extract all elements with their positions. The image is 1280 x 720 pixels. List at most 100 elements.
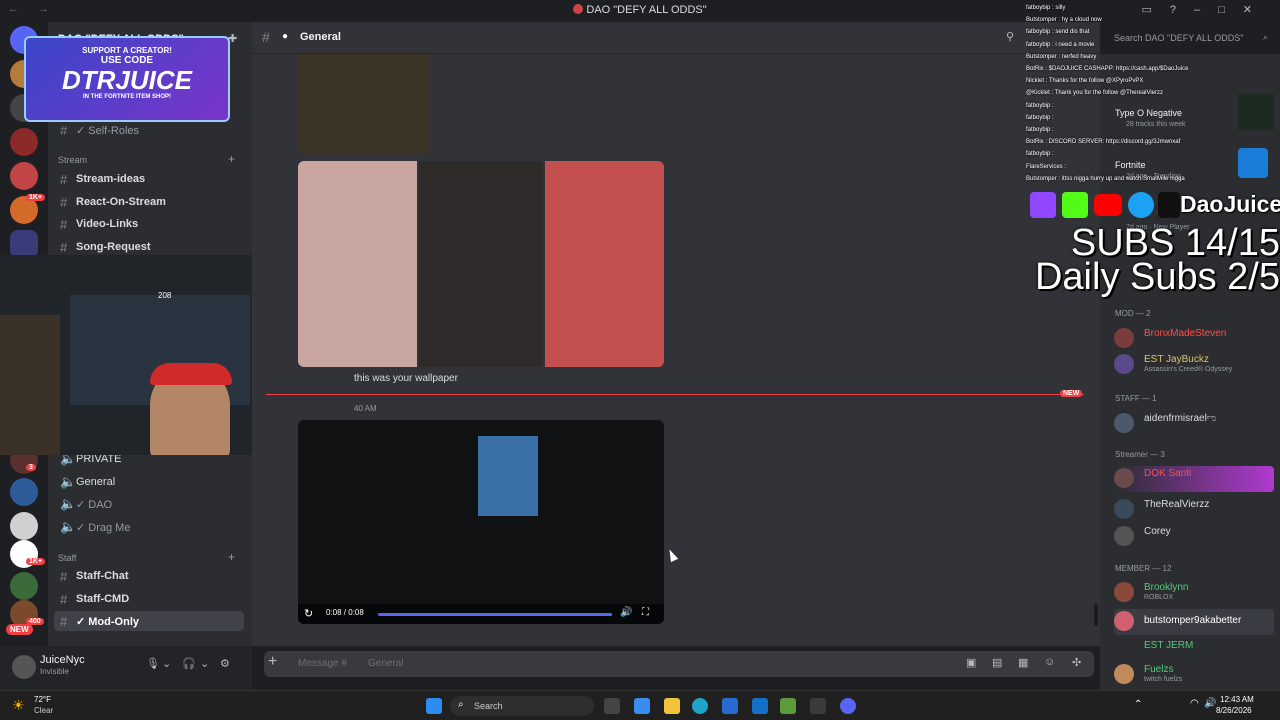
- sub-counters: SUBS 14/15 Daily Subs 2/5: [1004, 224, 1280, 296]
- category-staff[interactable]: Staff: [58, 553, 76, 563]
- message-input[interactable]: + Message # General ▣ ▤ ▦ ☺ ✣: [264, 651, 1094, 677]
- banner-code: DTRJUICE: [61, 65, 192, 95]
- category-stream[interactable]: Stream: [58, 155, 87, 165]
- member-item[interactable]: butstomper9akabetter: [1114, 609, 1274, 635]
- replay-icon[interactable]: ↻: [304, 607, 313, 620]
- channel-self-roles[interactable]: # ✓ Self-Roles: [54, 120, 244, 140]
- user-name[interactable]: JuiceNyc: [40, 654, 85, 666]
- image-attachment[interactable]: [298, 161, 417, 367]
- gear-icon[interactable]: ⚙: [220, 657, 230, 670]
- image-attachment[interactable]: [545, 161, 664, 367]
- server-badge: 3: [26, 464, 36, 471]
- chevron-down-icon[interactable]: ⌄: [162, 657, 171, 670]
- tray-chevron-icon[interactable]: ⌃: [1134, 699, 1142, 710]
- weather-temp: 72°F: [34, 695, 51, 704]
- channel-label: Staff-CMD: [76, 593, 130, 605]
- taskbar-search[interactable]: ⌕ Search: [450, 696, 594, 716]
- member-name: Brooklynn: [1144, 582, 1189, 593]
- new-messages-divider: [266, 394, 1084, 395]
- server-badge: 1K+: [26, 558, 46, 565]
- twitter-icon: [1128, 192, 1154, 218]
- emoji-icon[interactable]: ☺: [1044, 656, 1055, 668]
- windows-start-icon[interactable]: [426, 698, 442, 714]
- channel-label: Staff-Chat: [76, 570, 129, 582]
- webcam-badge: 208: [158, 291, 172, 300]
- channel-react-on-stream[interactable]: # React-On-Stream: [54, 192, 244, 212]
- file-explorer-icon[interactable]: [664, 698, 680, 714]
- avatar[interactable]: [12, 655, 36, 679]
- app-icon[interactable]: [810, 698, 826, 714]
- scrollbar[interactable]: [1094, 604, 1098, 626]
- server-icon[interactable]: [10, 128, 38, 156]
- channel-label: Song-Request: [76, 241, 151, 253]
- socials-handle: DaoJuice: [1180, 191, 1280, 217]
- server-icon: [573, 4, 584, 14]
- voice-channel-general[interactable]: 🔈 General: [54, 472, 244, 492]
- speaker-icon: 🔈: [60, 474, 77, 489]
- server-icon[interactable]: [10, 512, 38, 540]
- member-item[interactable]: EST JERM: [1114, 638, 1274, 664]
- member-item[interactable]: Brooklynn ROBLOX: [1114, 580, 1274, 606]
- server-icon[interactable]: [10, 478, 38, 506]
- member-item[interactable]: EST JayBuckz Assassin's Creed® Odyssey: [1114, 352, 1274, 378]
- clock-time[interactable]: 12:43 AM: [1220, 695, 1254, 704]
- apps-icon[interactable]: ✣: [1072, 656, 1081, 669]
- edge-icon[interactable]: [692, 698, 708, 714]
- member-item[interactable]: TheRealVierzz: [1114, 497, 1274, 523]
- video-player[interactable]: ↻ 0:08 / 0:08 🔊 ⛶: [298, 420, 664, 624]
- video-progress-bar[interactable]: [378, 613, 612, 616]
- discord-icon[interactable]: [840, 698, 856, 714]
- message-placeholder: Message #: [298, 658, 347, 669]
- pin-icon[interactable]: ⚲: [1006, 30, 1014, 43]
- member-item[interactable]: Corey: [1114, 524, 1274, 550]
- add-channel-icon[interactable]: +: [228, 152, 235, 166]
- sticker-icon[interactable]: ▦: [1018, 656, 1028, 669]
- role-header-streamer: Streamer — 3: [1115, 450, 1165, 459]
- streamer-bandana: [150, 363, 232, 385]
- network-icon[interactable]: ◠: [1190, 698, 1199, 709]
- avatar: [1114, 582, 1134, 602]
- member-activity: Assassin's Creed® Odyssey: [1144, 366, 1233, 373]
- channel-mod-only[interactable]: # ✓ Mod-Only: [54, 611, 244, 631]
- image-attachment[interactable]: [298, 54, 430, 154]
- member-item[interactable]: Fuelzs twitch fuelzs: [1114, 662, 1274, 688]
- app-icon[interactable]: [780, 698, 796, 714]
- headset-icon[interactable]: 🎧: [182, 657, 196, 670]
- server-icon[interactable]: [10, 162, 38, 190]
- banner-line: SUPPORT A CREATOR!: [82, 46, 172, 55]
- channel-stream-ideas[interactable]: # Stream-ideas: [54, 169, 244, 189]
- gift-icon[interactable]: ▣: [966, 656, 976, 669]
- member-item[interactable]: DOK Santi: [1114, 466, 1274, 492]
- channel-video-links[interactable]: # Video-Links: [54, 214, 244, 234]
- voice-channel-dao[interactable]: 🔈 ✓ DAO: [54, 494, 244, 514]
- member-item[interactable]: aidenfrmisraelಌ: [1114, 411, 1274, 437]
- volume-icon[interactable]: 🔊: [620, 607, 632, 618]
- channel-staff-chat[interactable]: # Staff-Chat: [54, 566, 244, 586]
- channel-song-request[interactable]: # Song-Request: [54, 237, 244, 257]
- member-item[interactable]: BronxMadeSteven: [1114, 326, 1274, 352]
- clock-date[interactable]: 8/26/2026: [1216, 706, 1252, 715]
- task-view-icon[interactable]: [604, 698, 620, 714]
- channel-label: ✓ Self-Roles: [76, 124, 140, 137]
- chat-line: Nicklet : Thanks for the follow @XPyroPv…: [1026, 78, 1144, 85]
- attach-icon[interactable]: +: [268, 653, 277, 671]
- copilot-icon[interactable]: [634, 698, 650, 714]
- fullscreen-icon[interactable]: ⛶: [642, 607, 649, 618]
- outlook-icon[interactable]: [752, 698, 768, 714]
- user-panel: JuiceNyc Invisible 🎙 ⌄ 🎧 ⌄ ⚙: [0, 646, 252, 690]
- volume-icon[interactable]: 🔊: [1204, 698, 1216, 709]
- gif-icon[interactable]: ▤: [992, 656, 1002, 669]
- server-icon[interactable]: [10, 572, 38, 600]
- chevron-down-icon[interactable]: ⌄: [200, 657, 209, 670]
- microphone-icon[interactable]: 🎙: [146, 657, 160, 670]
- weather-condition: Clear: [34, 706, 54, 715]
- channel-title: General: [300, 31, 341, 43]
- server-folder-icon[interactable]: [10, 230, 38, 258]
- voice-channel-drag-me[interactable]: 🔈 ✓ Drag Me: [54, 517, 244, 537]
- add-channel-icon[interactable]: +: [228, 550, 235, 564]
- image-attachment[interactable]: [419, 161, 543, 367]
- channel-staff-cmd[interactable]: # Staff-CMD: [54, 589, 244, 609]
- avatar: [1114, 328, 1134, 348]
- hash-icon: #: [60, 613, 68, 629]
- store-icon[interactable]: [722, 698, 738, 714]
